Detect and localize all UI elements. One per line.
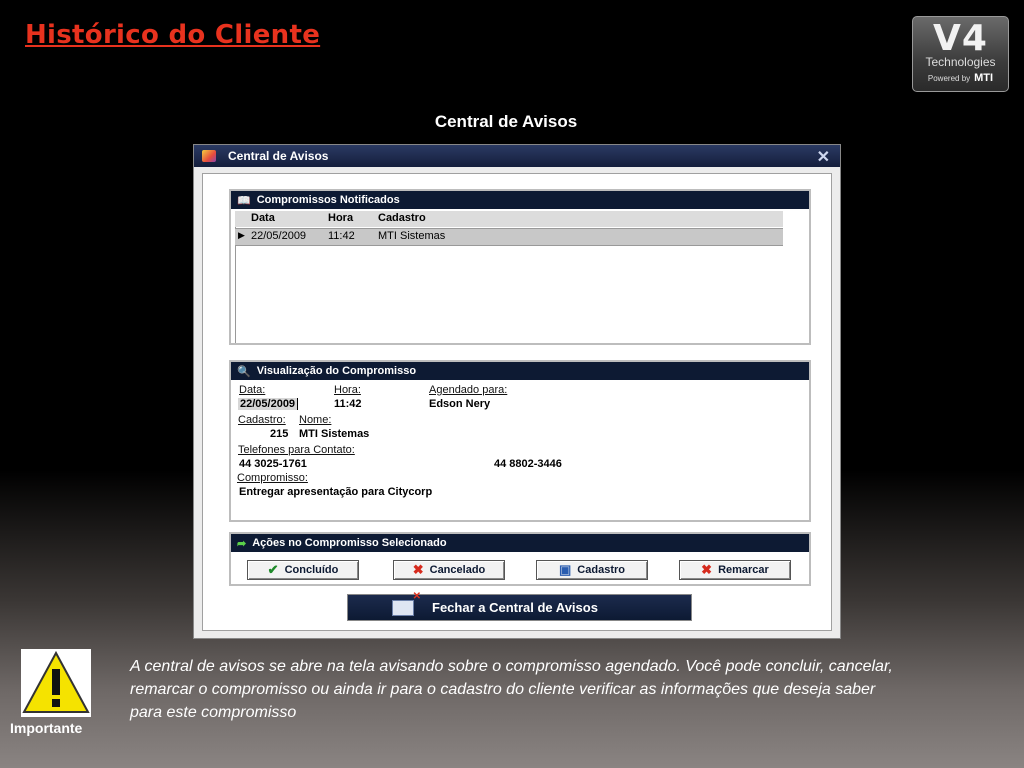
cadastro-field[interactable]: 215 — [270, 428, 288, 440]
logo-powered-text: Powered by — [927, 74, 971, 83]
concluido-button[interactable]: ✔ Concluído — [247, 560, 359, 580]
description-note: A central de avisos se abre na tela avis… — [130, 658, 893, 721]
table-row[interactable]: ▶ 22/05/2009 11:42 MTI Sistemas — [235, 228, 783, 246]
close-icon[interactable]: ✕ — [817, 147, 830, 167]
card-icon: ▣ — [559, 562, 572, 577]
slide-subtitle: Central de Avisos — [434, 112, 578, 131]
agendado-field[interactable]: Edson Nery — [429, 398, 490, 410]
compromisso-field[interactable]: Entregar apresentação para Citycorp — [239, 486, 432, 498]
actions-panel: ➦ Ações no Compromisso Selecionado ✔ Con… — [229, 532, 811, 586]
data-label: Data: — [239, 384, 266, 396]
row-cadastro: MTI Sistemas — [378, 230, 446, 242]
cancelado-button[interactable]: ✖ Cancelado — [393, 560, 505, 580]
remarcar-label: Remarcar — [718, 564, 769, 576]
central-de-avisos-window: Central de Avisos ✕ 📖 Compromissos Notif… — [193, 144, 841, 639]
window-titlebar[interactable]: Central de Avisos ✕ — [194, 145, 840, 167]
col-hora[interactable]: Hora — [328, 212, 353, 224]
notified-title: Compromissos Notificados — [256, 194, 400, 206]
importante-label: Importante — [10, 720, 83, 736]
grid-header: Data Hora Cadastro — [235, 211, 783, 227]
actions-title: Ações no Compromisso Selecionado — [252, 537, 447, 549]
agendado-label: Agendado para: — [429, 384, 508, 396]
cadastro-btn-label: Cadastro — [577, 564, 625, 576]
compromisso-label: Compromisso: — [237, 472, 308, 484]
view-panel: 🔍 Visualização do Compromisso Data: 22/0… — [229, 360, 811, 522]
hora-field[interactable]: 11:42 — [334, 398, 362, 410]
notified-panel: 📖 Compromissos Notificados Data Hora Cad… — [229, 189, 811, 345]
nome-field[interactable]: MTI Sistemas — [299, 428, 369, 440]
logo-powered: Powered by MTI — [913, 72, 1008, 84]
row-pointer-icon: ▶ — [238, 230, 245, 240]
warning-icon — [21, 649, 91, 717]
arrow-icon: ➦ — [237, 537, 247, 550]
close-central-label: Fechar a Central de Avisos — [432, 600, 598, 615]
col-cadastro[interactable]: Cadastro — [378, 212, 426, 224]
cadastro-button[interactable]: ▣ Cadastro — [536, 560, 648, 580]
v4-logo: V4 Technologies Powered by MTI — [912, 16, 1009, 92]
logo-main: V4 — [933, 18, 988, 59]
telefone1-field[interactable]: 44 3025-1761 — [239, 458, 307, 470]
x-icon: ✖ — [701, 562, 713, 577]
window-body: 📖 Compromissos Notificados Data Hora Cad… — [202, 173, 832, 631]
notified-header: 📖 Compromissos Notificados — [231, 191, 809, 209]
close-central-button[interactable]: Fechar a Central de Avisos — [347, 591, 692, 621]
logo-brand: MTI — [974, 72, 994, 84]
slide-title: Histórico do Cliente — [25, 20, 321, 50]
concluido-label: Concluído — [284, 564, 339, 576]
logo-sub: Technologies — [925, 55, 996, 69]
hora-label: Hora: — [334, 384, 361, 396]
actions-header: ➦ Ações no Compromisso Selecionado — [231, 534, 809, 552]
remarcar-button[interactable]: ✖ Remarcar — [679, 560, 791, 580]
data-field[interactable]: 22/05/2009 — [238, 398, 299, 410]
row-data: 22/05/2009 — [251, 230, 307, 242]
row-hora: 11:42 — [328, 230, 355, 242]
view-header: 🔍 Visualização do Compromisso — [231, 362, 809, 380]
book-icon: 📖 — [237, 194, 251, 207]
nome-label: Nome: — [299, 414, 332, 426]
app-icon — [202, 150, 216, 162]
col-data[interactable]: Data — [251, 212, 275, 224]
window-title: Central de Avisos — [228, 149, 329, 163]
mail-icon — [392, 591, 421, 616]
view-icon: 🔍 — [237, 365, 251, 378]
cancelado-label: Cancelado — [429, 564, 486, 576]
check-icon: ✔ — [267, 562, 279, 577]
telefones-label: Telefones para Contato: — [238, 444, 355, 456]
view-title: Visualização do Compromisso — [256, 365, 417, 377]
x-icon: ✖ — [412, 562, 424, 577]
cadastro-label: Cadastro: — [238, 414, 286, 426]
telefone2-field[interactable]: 44 8802-3446 — [494, 458, 562, 470]
